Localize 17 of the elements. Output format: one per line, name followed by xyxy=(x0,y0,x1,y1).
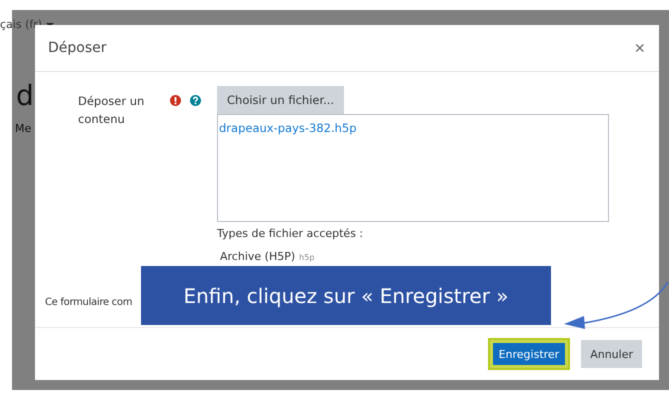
required-icon xyxy=(170,95,181,106)
field-label: Déposer un contenu xyxy=(78,93,146,128)
page-heading: d xyxy=(16,80,34,112)
page-text: Me xyxy=(15,122,32,135)
choose-file-button[interactable]: Choisir un fichier... xyxy=(217,86,344,114)
save-button[interactable]: Enregistrer xyxy=(492,343,566,365)
accepted-types-label: Types de fichier acceptés : xyxy=(217,227,364,240)
callout-text: Enfin, cliquez sur « Enregistrer » xyxy=(183,284,509,308)
cancel-button[interactable]: Annuler xyxy=(581,340,642,368)
file-type-name: Archive (H5P) xyxy=(220,250,296,263)
help-icon[interactable] xyxy=(190,95,201,106)
dialog-title: Déposer xyxy=(48,40,107,56)
form-note: Ce formulaire com xyxy=(45,297,132,308)
file-drop-area[interactable]: drapeaux-pays-382.h5p xyxy=(217,114,609,222)
close-button[interactable]: × xyxy=(632,39,647,57)
file-link[interactable]: drapeaux-pays-382.h5p xyxy=(219,121,357,135)
file-type-extension: h5p xyxy=(299,253,314,262)
